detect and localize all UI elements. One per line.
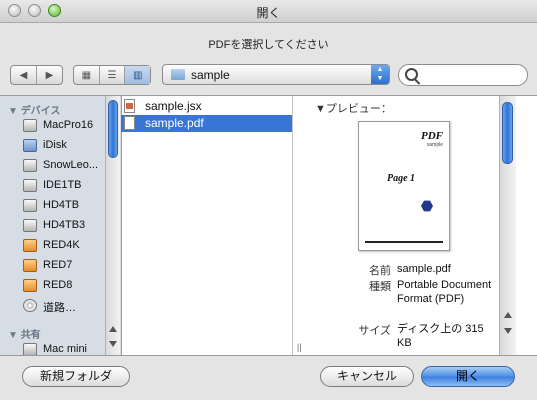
preview-header: ▼プレビュー： [315, 103, 392, 115]
thumbnail-rule [365, 241, 443, 243]
sidebar-item-ide1tb[interactable]: IDE1TB [23, 178, 103, 195]
forward-button[interactable]: ▶ [36, 66, 62, 84]
sidebar-item-mac-mini[interactable]: Mac mini [23, 342, 103, 355]
computer-icon [23, 343, 37, 355]
devices-header[interactable]: ▼ デバイス [8, 102, 60, 117]
sidebar-item-idisk[interactable]: iDisk [23, 138, 103, 155]
hard-drive-icon [23, 159, 37, 172]
external-drive-icon [23, 259, 37, 272]
grid-icon: ▦ [81, 69, 92, 81]
file-item-sample-jsx[interactable]: sample.jsx [121, 98, 292, 115]
scroll-up-icon[interactable] [504, 312, 512, 318]
sidebar-scrollbar[interactable] [105, 96, 120, 355]
view-mode-control: ▦ ☰ ▥ [73, 65, 151, 85]
hard-drive-icon [23, 179, 37, 192]
forward-arrow-icon: ▶ [45, 69, 54, 81]
meta-value-name: sample.pdf [397, 263, 451, 275]
open-dialog-window: 開く PDFを選択してください ◀ ▶ ▦ ☰ ▥ sample ▲ ▼ ▼ デバ… [0, 0, 537, 400]
back-arrow-icon: ◀ [19, 69, 28, 81]
columns-icon: ▥ [132, 69, 143, 81]
external-drive-icon [23, 239, 37, 252]
sidebar-item-snowleo[interactable]: SnowLeo... [23, 158, 103, 175]
list-view-button[interactable]: ☰ [98, 66, 125, 84]
hard-drive-icon [23, 219, 37, 232]
script-file-icon [124, 99, 135, 113]
meta-key-name: 名前 [369, 265, 391, 277]
dialog-prompt: PDFを選択してください [208, 39, 329, 51]
location-label: sample [191, 68, 230, 82]
folder-icon [171, 69, 185, 80]
search-field[interactable] [398, 64, 528, 86]
meta-key-size: サイズ [358, 325, 391, 337]
file-item-sample-pdf[interactable]: sample.pdf [121, 115, 292, 132]
sidebar-item-red8[interactable]: RED8 [23, 278, 119, 295]
scroll-down-icon[interactable] [109, 341, 117, 347]
search-icon [405, 68, 418, 81]
preview-resize-handle[interactable]: || [297, 342, 302, 352]
icon-view-button[interactable]: ▦ [74, 66, 99, 84]
location-popup[interactable]: sample ▲ ▼ [162, 64, 390, 85]
sidebar: ▼ デバイス MacPro16 iDisk SnowLeo... IDE1TB … [0, 96, 122, 355]
scroll-down-icon[interactable] [504, 328, 512, 334]
sidebar-item-disc[interactable]: 道路… [23, 298, 119, 315]
scroll-up-icon[interactable] [109, 326, 117, 332]
sidebar-item-hd4tb3[interactable]: HD4TB3 [23, 218, 103, 235]
pdf-thumbnail: PDF sample Page 1 [358, 121, 450, 251]
preview-scroll-thumb[interactable] [502, 102, 513, 164]
new-folder-button[interactable]: 新規フォルダ [22, 366, 130, 387]
meta-key-kind: 種類 [369, 281, 391, 293]
list-icon: ☰ [107, 69, 117, 81]
external-drive-icon [23, 279, 37, 292]
meta-value-size: ディスク上の 315 KB [397, 323, 484, 349]
pdf-file-icon [124, 116, 135, 130]
thumbnail-logo-sub: sample [426, 142, 443, 148]
sidebar-item-macpro16[interactable]: MacPro16 [23, 118, 103, 135]
thumbnail-logo: PDF [421, 130, 443, 142]
column-view-button[interactable]: ▥ [124, 66, 151, 84]
sidebar-item-red7[interactable]: RED7 [23, 258, 119, 275]
file-browser: ▼ デバイス MacPro16 iDisk SnowLeo... IDE1TB … [0, 95, 537, 356]
popup-arrows-icon: ▲ ▼ [371, 65, 389, 84]
preview-pane: ▼プレビュー： PDF sample Page 1 名前 sample.pdf … [293, 96, 499, 355]
sidebar-item-red4k[interactable]: RED4K [23, 238, 119, 255]
shared-header[interactable]: ▼ 共有 [8, 326, 41, 341]
back-button[interactable]: ◀ [11, 66, 36, 84]
sidebar-scroll-thumb[interactable] [108, 100, 118, 158]
file-column: sample.jsx sample.pdf || [121, 96, 302, 355]
hard-drive-icon [23, 199, 37, 212]
idisk-icon [23, 139, 37, 152]
sidebar-item-hd4tb[interactable]: HD4TB [23, 198, 103, 215]
thumbnail-page-text: Page 1 [387, 173, 416, 184]
window-title: 開く [256, 6, 281, 20]
history-nav: ◀ ▶ [10, 65, 63, 85]
disc-icon [23, 299, 37, 312]
hard-drive-icon [23, 119, 37, 132]
preview-scrollbar[interactable] [499, 96, 516, 355]
open-button[interactable]: 開く [421, 366, 515, 387]
title-bar: 開く [0, 0, 537, 23]
hexagon-icon [421, 200, 433, 212]
cancel-button[interactable]: キャンセル [320, 366, 414, 387]
meta-value-kind: Portable Document Format (PDF) [397, 279, 492, 305]
